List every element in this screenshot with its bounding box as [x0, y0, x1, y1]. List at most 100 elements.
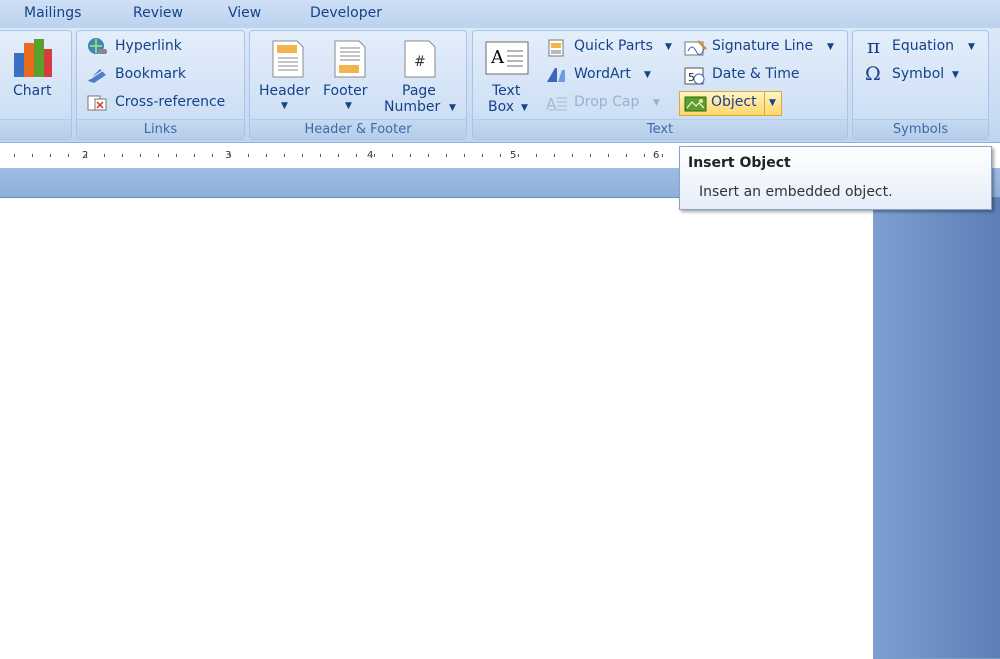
header-icon — [272, 40, 304, 78]
ruler-tick — [302, 154, 303, 157]
drop-cap-dropdown-arrow[interactable]: ▼ — [653, 98, 660, 108]
drop-cap-icon: A — [546, 95, 567, 112]
ruler-tick — [158, 154, 159, 157]
wordart-button[interactable]: WordArt — [574, 66, 631, 82]
group-illustrations: Chart — [0, 30, 72, 140]
bookmark-button[interactable]: Bookmark — [115, 66, 186, 82]
ruler-tick — [32, 154, 33, 157]
ruler-tick — [140, 154, 141, 157]
group-text: A Text Box ▼ Quick Parts ▼ WordArt ▼ A D… — [472, 30, 848, 140]
ruler-tick — [482, 154, 483, 157]
group-symbols: π Equation ▼ Ω Symbol ▼ Symbols — [852, 30, 989, 140]
signature-line-button[interactable]: Signature Line — [712, 38, 813, 54]
ruler-tick — [212, 154, 213, 157]
ruler-mark: 6 — [653, 150, 660, 161]
ruler-tick — [626, 154, 627, 157]
svg-text:A: A — [490, 47, 505, 68]
group-label-header-footer: Header & Footer — [250, 119, 466, 139]
symbol-dropdown-arrow[interactable]: ▼ — [952, 70, 959, 80]
date-time-button[interactable]: Date & Time — [712, 66, 800, 82]
hyperlink-icon — [88, 38, 107, 54]
cross-reference-button[interactable]: Cross-reference — [115, 94, 225, 110]
workspace-background — [873, 197, 1000, 658]
signature-line-icon — [684, 40, 707, 56]
quick-parts-icon — [548, 39, 564, 57]
symbol-button[interactable]: Symbol — [892, 66, 944, 82]
document-page[interactable] — [0, 197, 873, 659]
quick-parts-button[interactable]: Quick Parts — [574, 38, 653, 54]
ruler-tick — [446, 154, 447, 157]
ruler-tick — [662, 154, 663, 157]
text-box-label-1[interactable]: Text — [492, 83, 520, 99]
page-number-dropdown-arrow[interactable]: ▼ — [449, 103, 456, 113]
quick-parts-dropdown-arrow[interactable]: ▼ — [665, 42, 672, 52]
text-box-button[interactable]: Box — [488, 99, 514, 115]
object-dropdown-arrow[interactable]: ▼ — [769, 98, 776, 108]
object-split-divider — [764, 92, 765, 115]
bookmark-icon — [88, 69, 106, 83]
equation-button[interactable]: Equation — [892, 38, 954, 54]
footer-button[interactable]: Footer — [323, 83, 368, 99]
equation-dropdown-arrow[interactable]: ▼ — [968, 42, 975, 52]
ruler-tick — [572, 154, 573, 157]
ruler-tick — [104, 154, 105, 157]
ruler-tick — [176, 154, 177, 157]
tab-review[interactable]: Review — [133, 5, 183, 21]
ruler-tick — [68, 154, 69, 157]
ruler-tick — [590, 154, 591, 157]
page-number-button[interactable]: Number — [384, 99, 440, 115]
ruler-tick — [194, 154, 195, 157]
cross-reference-icon — [87, 95, 107, 111]
ruler-mark: 5 — [510, 150, 517, 161]
ruler-tick — [248, 154, 249, 157]
group-links: Hyperlink Bookmark Cross-reference Links — [76, 30, 245, 140]
header-dropdown-arrow[interactable]: ▼ — [281, 101, 288, 111]
ruler-tick — [374, 154, 375, 157]
ruler-tick — [464, 154, 465, 157]
ruler-tick — [500, 154, 501, 157]
ribbon-tab-strip: Mailings Review View Developer — [0, 0, 1000, 28]
ruler-tick — [266, 154, 267, 157]
ruler-tick — [338, 154, 339, 157]
ruler-tick — [554, 154, 555, 157]
group-label-illustrations — [0, 119, 71, 139]
ruler-mark: 4 — [367, 150, 374, 161]
object-button[interactable]: Object — [711, 94, 757, 110]
hyperlink-button[interactable]: Hyperlink — [115, 38, 182, 54]
ruler-tick — [86, 154, 87, 157]
ruler-tick — [230, 154, 231, 157]
group-label-links: Links — [77, 119, 244, 139]
footer-icon — [334, 40, 366, 78]
signature-line-dropdown-arrow[interactable]: ▼ — [827, 42, 834, 52]
ruler-tick — [428, 154, 429, 157]
omega-icon: Ω — [865, 63, 881, 85]
ruler-tick — [284, 154, 285, 157]
tab-developer[interactable]: Developer — [310, 5, 382, 21]
tab-view[interactable]: View — [228, 5, 261, 21]
ruler-tick — [14, 154, 15, 157]
page-number-label-1[interactable]: Page — [402, 83, 436, 99]
page-number-icon: # — [404, 40, 436, 78]
ruler-tick — [356, 154, 357, 157]
svg-text:#: # — [414, 54, 426, 70]
date-time-icon: 5 — [684, 67, 705, 85]
drop-cap-button[interactable]: Drop Cap — [574, 94, 639, 110]
wordart-dropdown-arrow[interactable]: ▼ — [644, 70, 651, 80]
ruler-tick — [608, 154, 609, 157]
ruler-tick — [320, 154, 321, 157]
text-box-dropdown-arrow[interactable]: ▼ — [521, 103, 528, 113]
ribbon: Chart Hyperlink Bookmark Cross-reference… — [0, 28, 1000, 143]
tab-mailings[interactable]: Mailings — [24, 5, 81, 21]
footer-dropdown-arrow[interactable]: ▼ — [345, 101, 352, 111]
tooltip-title: Insert Object — [688, 155, 791, 171]
svg-text:A: A — [546, 95, 557, 112]
chart-icon — [14, 39, 52, 77]
header-button[interactable]: Header — [259, 83, 310, 99]
ruler-tick — [536, 154, 537, 157]
text-box-icon: A — [485, 41, 529, 75]
ruler-tick — [50, 154, 51, 157]
ruler-tick — [122, 154, 123, 157]
tooltip-body: Insert an embedded object. — [699, 184, 893, 200]
chart-button[interactable]: Chart — [13, 83, 51, 99]
ruler-tick — [392, 154, 393, 157]
